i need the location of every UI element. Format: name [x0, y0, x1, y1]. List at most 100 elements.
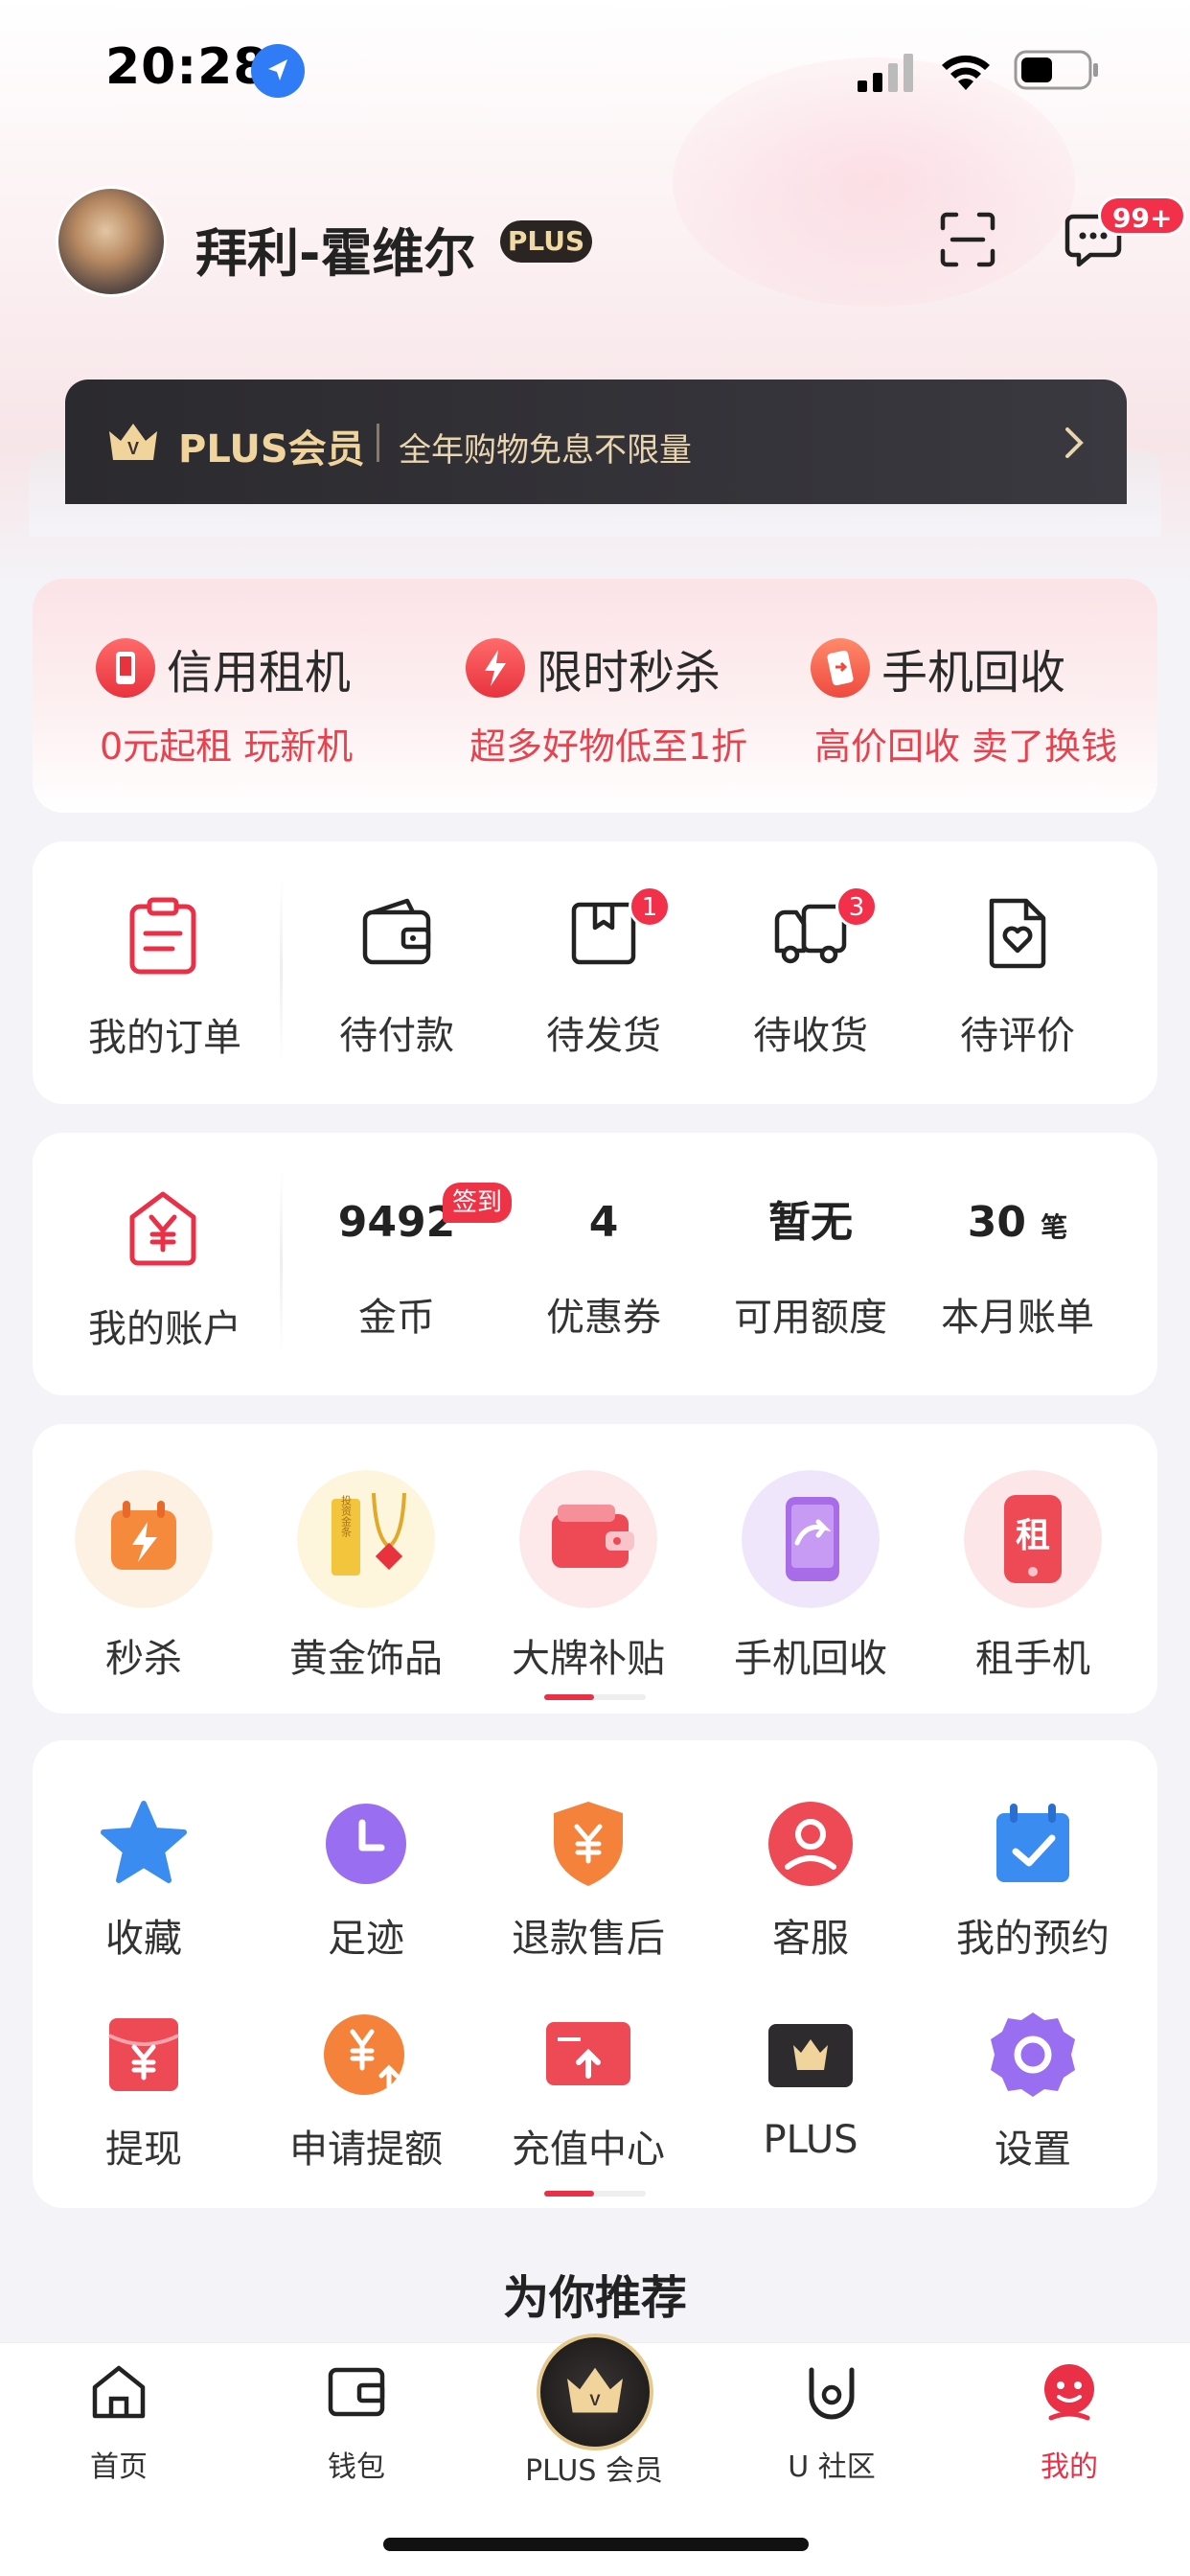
- tab-home[interactable]: 首页: [23, 2360, 215, 2485]
- username[interactable]: 拜利-霍维尔: [195, 211, 475, 287]
- home-icon: [92, 2365, 146, 2419]
- recommend-title: 为你推荐: [502, 2271, 687, 2325]
- gold-jewelry-icon: 投资金条: [297, 1470, 435, 1608]
- tab-label: 首页: [90, 2450, 148, 2484]
- feature-phone-recycle[interactable]: 手机回收: [699, 1470, 922, 1683]
- community-u-icon: [809, 2367, 855, 2420]
- location-arrow-icon: [251, 44, 305, 98]
- order-pending-payment[interactable]: 待付款: [293, 895, 500, 1060]
- feature-rent-phone[interactable]: 租 租手机: [922, 1470, 1144, 1683]
- tool-label: 设置: [995, 2128, 1071, 2172]
- review-document-icon: [989, 898, 1046, 969]
- tool-label: 提现: [105, 2128, 182, 2172]
- recycle-phone-icon: [811, 638, 870, 698]
- tools-page-indicator: [544, 2191, 646, 2196]
- my-orders-entry[interactable]: 我的订单: [33, 841, 280, 1104]
- tab-mine[interactable]: 我的: [973, 2360, 1165, 2485]
- customer-service-icon: [768, 1802, 853, 1886]
- avatar[interactable]: [56, 186, 167, 297]
- tab-label: PLUS 会员: [525, 2454, 663, 2488]
- feature-label: 大牌补贴: [512, 1637, 665, 1681]
- account-yuan-icon: [129, 1191, 196, 1266]
- tool-settings[interactable]: 设置: [922, 2009, 1144, 2174]
- svg-text:V: V: [127, 439, 139, 458]
- promo-title: 限时秒杀: [537, 646, 721, 700]
- withdraw-envelope-icon: [108, 2018, 179, 2091]
- tool-withdraw[interactable]: 提现: [33, 2009, 255, 2174]
- account-label: 优惠券: [546, 1296, 661, 1340]
- order-pending-shipment[interactable]: 待发货 1: [500, 886, 707, 1060]
- battery-icon: [1014, 50, 1098, 90]
- promo-subtitle: 0元起租 玩新机: [100, 725, 354, 768]
- wallet-subsidy-icon: [519, 1470, 657, 1608]
- tool-label: 充值中心: [512, 2128, 665, 2172]
- tool-label: 申请提额: [289, 2128, 443, 2172]
- rent-phone-icon: 租: [964, 1470, 1102, 1608]
- tab-label: U 社区: [788, 2450, 876, 2484]
- account-monthly-bill[interactable]: 30 笔 本月账单: [914, 1190, 1121, 1342]
- tab-plus-member[interactable]: PLUS 会员: [498, 2447, 690, 2489]
- crown-icon: V: [109, 424, 157, 460]
- tool-customer-service[interactable]: 客服: [699, 1798, 922, 1963]
- promo-subtitle: 超多好物低至1折: [469, 725, 748, 768]
- feature-label: 手机回收: [734, 1637, 887, 1681]
- wallet-icon: [362, 898, 431, 965]
- star-icon: [101, 1801, 187, 1883]
- promo-subtitle: 高价回收 卖了换钱: [814, 725, 1118, 768]
- status-bar: 20:28: [0, 0, 1190, 144]
- account-value: 4: [588, 1198, 619, 1247]
- status-time: 20:28: [105, 38, 269, 96]
- account-label: 可用额度: [734, 1296, 887, 1340]
- plus-banner-subtitle: 全年购物免息不限量: [399, 431, 692, 470]
- tool-my-reservations[interactable]: 我的预约: [922, 1798, 1144, 1963]
- recharge-card-icon: [546, 2022, 630, 2085]
- account-label: 金币: [358, 1296, 435, 1340]
- phone-recycle-icon: [742, 1470, 880, 1608]
- feature-gold-jewelry[interactable]: 投资金条 黄金饰品: [255, 1470, 477, 1683]
- tool-credit-increase[interactable]: 申请提额: [255, 2009, 477, 2174]
- cellular-signal-icon: [858, 54, 913, 92]
- plus-card-icon: [768, 2024, 853, 2087]
- message-count-badge: 99+: [1098, 196, 1187, 236]
- svg-text:V: V: [589, 2391, 601, 2409]
- order-status-label: 待收货: [753, 1014, 868, 1058]
- profile-face-icon: [1044, 2364, 1094, 2421]
- account-available-credit[interactable]: 暂无 可用额度: [707, 1190, 914, 1342]
- promo-card: 信用租机 0元起租 玩新机 限时秒杀 超多好物低至1折 手机回收 高价回收 卖了…: [33, 579, 1157, 813]
- feature-brand-subsidy[interactable]: 大牌补贴: [477, 1470, 699, 1683]
- settings-gear-icon: [991, 2012, 1075, 2097]
- phone-icon: [96, 638, 155, 698]
- tool-label: 我的预约: [956, 1917, 1110, 1961]
- account-coupons[interactable]: 4 优惠券: [500, 1190, 707, 1342]
- tools-card: 收藏 足迹 退款售后 客服 我的预约 提现 申请提额 充值中心 PLUS 设置: [33, 1740, 1157, 2208]
- tool-label: PLUS: [763, 2118, 858, 2162]
- divider: [280, 1171, 283, 1353]
- credit-increase-icon: [324, 2014, 404, 2095]
- account-value: 暂无: [768, 1198, 853, 1247]
- chevron-right-icon: [1065, 427, 1084, 458]
- tool-footprint[interactable]: 足迹: [255, 1798, 477, 1963]
- feature-flash-sale[interactable]: 秒杀: [33, 1470, 255, 1683]
- count-badge: 1: [629, 886, 671, 928]
- order-status-label: 待评价: [960, 1014, 1075, 1058]
- feature-label: 秒杀: [105, 1637, 182, 1681]
- my-account-entry[interactable]: 我的账户: [33, 1133, 280, 1395]
- plus-banner-title: PLUS会员: [178, 427, 365, 472]
- features-card: 秒杀 投资金条 黄金饰品 大牌补贴 手机回收 租 租手机: [33, 1424, 1157, 1714]
- tool-recharge-center[interactable]: 充值中心: [477, 2009, 699, 2174]
- tab-label: 我的: [1041, 2450, 1098, 2484]
- order-pending-receipt[interactable]: 待收货 3: [707, 886, 914, 1060]
- feature-page-indicator: [544, 1694, 646, 1700]
- tool-plus[interactable]: PLUS: [699, 2009, 922, 2162]
- tool-favorites[interactable]: 收藏: [33, 1798, 255, 1963]
- plus-member-center-icon[interactable]: V: [537, 2334, 653, 2450]
- order-pending-review[interactable]: 待评价: [914, 895, 1121, 1060]
- account-label: 本月账单: [941, 1296, 1094, 1340]
- tab-wallet[interactable]: 钱包: [261, 2360, 452, 2485]
- tab-community[interactable]: U 社区: [736, 2360, 927, 2485]
- tab-label: 钱包: [328, 2450, 385, 2484]
- tool-refund[interactable]: 退款售后: [477, 1798, 699, 1963]
- scan-icon[interactable]: [939, 211, 996, 268]
- account-value: 30 笔: [967, 1198, 1068, 1247]
- tool-label: 退款售后: [512, 1917, 665, 1961]
